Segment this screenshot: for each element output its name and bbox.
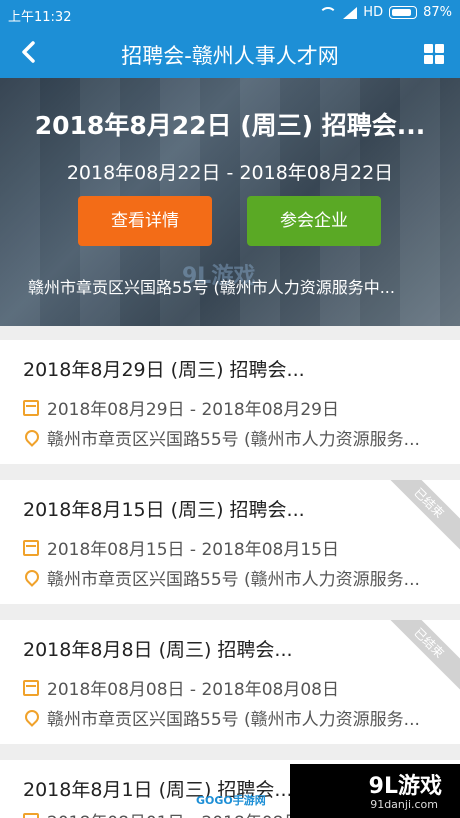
location-pin-icon	[23, 710, 39, 726]
network-type: HD	[363, 5, 384, 20]
ended-badge: 已结束	[375, 480, 460, 557]
card-dates: 2018年08月15日 - 2018年08月15日	[47, 540, 339, 560]
job-fair-card[interactable]: 2018年8月29日 (周三) 招聘会... 2018年08月29日 - 201…	[0, 340, 460, 464]
calendar-icon	[23, 812, 39, 818]
featured-job-fair: 9L游戏 2018年8月22日 (周三) 招聘会... 2018年08月22日 …	[0, 78, 460, 326]
ended-badge: 已结束	[375, 620, 460, 697]
watermark-site-text: 91danji.com	[370, 798, 438, 811]
gogo-watermark: GOGO手游网	[196, 794, 266, 807]
status-icons: HD 87%	[319, 5, 452, 20]
job-fair-card[interactable]: 已结束 2018年8月8日 (周三) 招聘会... 2018年08月08日 - …	[0, 620, 460, 744]
view-details-button[interactable]: 查看详情	[78, 196, 212, 246]
card-dates: 2018年08月29日 - 2018年08月29日	[47, 400, 339, 420]
card-dates: 2018年08月08日 - 2018年08月08日	[47, 680, 339, 700]
location-pin-icon	[23, 430, 39, 446]
battery-icon	[389, 6, 418, 19]
battery-level: 87%	[423, 5, 452, 20]
card-dates-row: 2018年08月15日 - 2018年08月15日	[23, 535, 339, 560]
card-dates-row: 2018年08月08日 - 2018年08月08日	[23, 675, 339, 700]
location-pin-icon	[23, 570, 39, 586]
calendar-icon	[23, 679, 39, 696]
card-address-row: 赣州市章贡区兴国路55号 (赣州市人力资源服务...	[23, 425, 420, 450]
card-title: 2018年8月8日 (周三) 招聘会...	[23, 639, 293, 661]
calendar-icon	[23, 539, 39, 556]
watermark-logo-text: 9L游戏	[368, 774, 442, 799]
wifi-icon	[319, 6, 338, 19]
card-address-row: 赣州市章贡区兴国路55号 (赣州市人力资源服务...	[23, 565, 420, 590]
card-dates-row: 2018年08月29日 - 2018年08月29日	[23, 395, 339, 420]
status-time: 上午11:32	[8, 10, 72, 25]
card-address: 赣州市章贡区兴国路55号 (赣州市人力资源服务...	[47, 710, 420, 730]
nav-bar: 招聘会-赣州人事人才网	[0, 28, 460, 78]
card-title: 2018年8月29日 (周三) 招聘会...	[23, 359, 305, 381]
site-watermark: 9L游戏 91danji.com	[290, 764, 460, 818]
card-address: 赣州市章贡区兴国路55号 (赣州市人力资源服务...	[47, 430, 420, 450]
job-fair-card[interactable]: 已结束 2018年8月15日 (周三) 招聘会... 2018年08月15日 -…	[0, 480, 460, 604]
featured-title: 2018年8月22日 (周三) 招聘会...	[34, 111, 426, 140]
page-title: 招聘会-赣州人事人才网	[121, 44, 339, 68]
featured-dates: 2018年08月22日 - 2018年08月22日	[66, 162, 394, 184]
featured-address: 赣州市章贡区兴国路55号 (赣州市人力资源服务中...	[28, 278, 395, 297]
card-address: 赣州市章贡区兴国路55号 (赣州市人力资源服务...	[47, 570, 420, 590]
status-bar: 上午11:32 HD 87%	[0, 0, 460, 28]
participating-companies-button[interactable]: 参会企业	[247, 196, 381, 246]
card-address-row: 赣州市章贡区兴国路55号 (赣州市人力资源服务...	[23, 705, 420, 730]
card-title: 2018年8月15日 (周三) 招聘会...	[23, 499, 305, 521]
calendar-icon	[23, 399, 39, 416]
signal-icon	[343, 6, 358, 19]
grid-menu-icon[interactable]	[424, 44, 444, 64]
